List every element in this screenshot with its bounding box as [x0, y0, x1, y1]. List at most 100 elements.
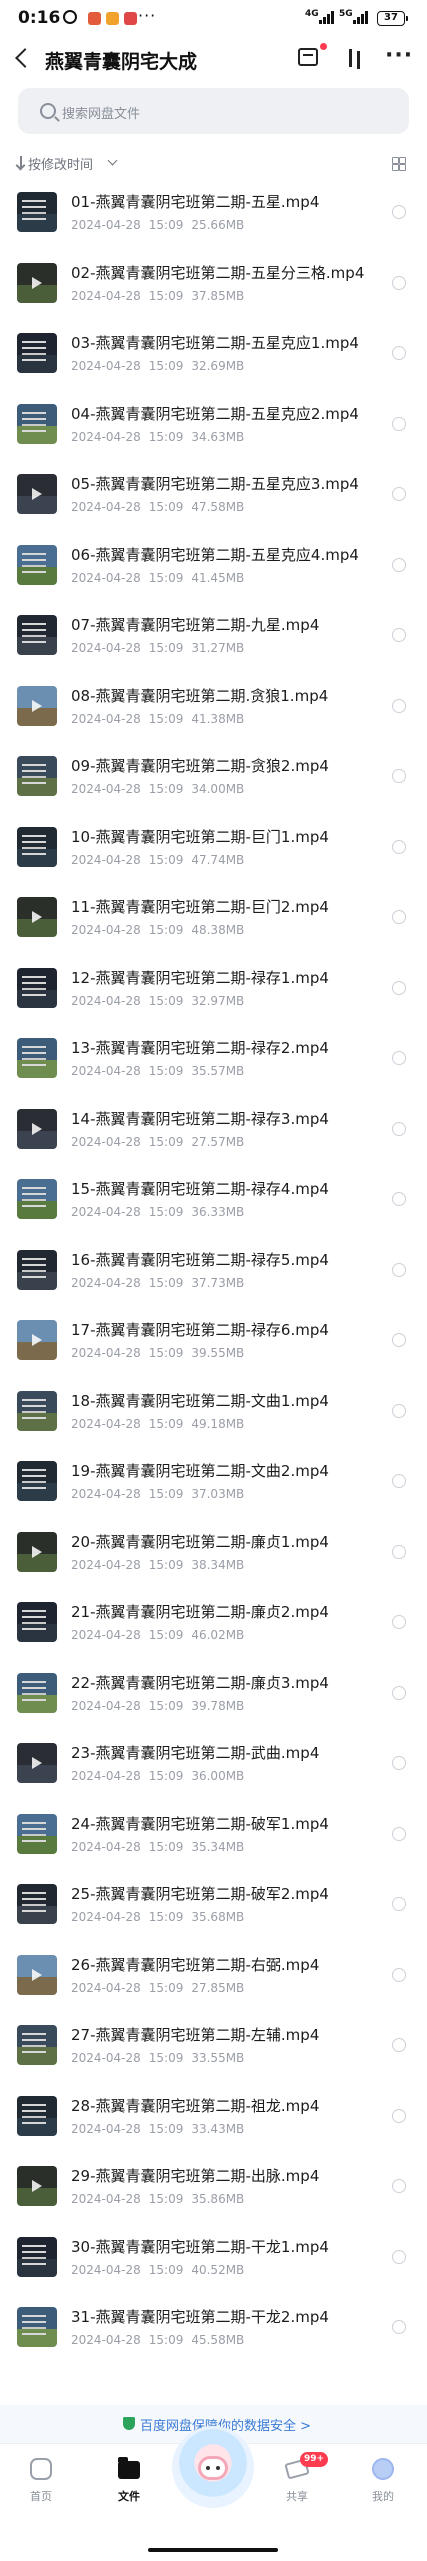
select-checkbox[interactable] [392, 487, 406, 501]
file-meta: 2024-04-28 15:09 49.18MB [71, 1417, 252, 1431]
file-meta: 2024-04-28 15:09 33.55MB [71, 2051, 252, 2065]
select-checkbox[interactable] [392, 910, 406, 924]
file-row[interactable]: 20-燕翼青囊阴宅班第二期-廉贞1.mp4 2024-04-28 15:09 38.3… [0, 1521, 427, 1592]
file-size: 25.66MB [191, 218, 245, 232]
select-checkbox[interactable] [392, 1121, 406, 1136]
file-row[interactable]: 09-燕翼青囊阴宅班第二期-贪狼2.mp4 2024-04-28 15:09 34.0… [0, 745, 427, 816]
video-thumbnail [17, 403, 57, 444]
select-checkbox[interactable] [392, 1333, 406, 1347]
select-checkbox[interactable] [392, 2320, 406, 2334]
file-row[interactable]: 27-燕翼青囊阴宅班第二期-左辅.mp4 2024-04-28 15:09 33.55… [0, 2014, 427, 2085]
file-row[interactable]: 08-燕翼青囊阴宅班第二期.贪狼1.mp4 2024-04-28 15:09 41.3… [0, 675, 427, 746]
select-checkbox[interactable] [392, 346, 406, 360]
select-checkbox[interactable] [392, 416, 406, 431]
select-checkbox[interactable] [392, 205, 406, 219]
select-checkbox[interactable] [392, 980, 406, 995]
select-checkbox[interactable] [392, 839, 406, 854]
file-meta: 2024-04-28 15:09 27.85MB [71, 1981, 252, 1995]
file-row[interactable]: 13-燕翼青囊阴宅班第二期-禄存2.mp4 2024-04-28 15:09 35.5… [0, 1027, 427, 1098]
file-row[interactable]: 31-燕翼青囊阴宅班第二期-干龙2.mp4 2024-04-28 15:09 45.5… [0, 2296, 427, 2367]
select-checkbox[interactable] [392, 769, 406, 783]
nav-home[interactable]: 首页 [6, 2454, 76, 2510]
video-thumbnail [17, 1461, 57, 1501]
file-time: 15:09 [148, 1064, 184, 1078]
file-row[interactable]: 03-燕翼青囊阴宅班第二期-五星克应1.mp4 2024-04-28 15:09 32… [0, 322, 427, 393]
select-checkbox[interactable] [392, 1826, 406, 1841]
file-row[interactable]: 07-燕翼青囊阴宅班第二期-九星.mp4 2024-04-28 15:09 31.27… [0, 604, 427, 675]
avatar-icon [372, 2458, 394, 2480]
select-checkbox[interactable] [392, 1474, 406, 1488]
file-row[interactable]: 26-燕翼青囊阴宅班第二期-右弼.mp4 2024-04-28 15:09 27.85… [0, 1944, 427, 2015]
file-time: 15:09 [148, 1487, 184, 1501]
select-checkbox[interactable] [392, 2038, 406, 2052]
file-row[interactable]: 02-燕翼青囊阴宅班第二期-五星分三格.mp4 2024-04-28 15:09 37… [0, 252, 427, 323]
file-row[interactable]: 29-燕翼青囊阴宅班第二期-出脉.mp4 2024-04-28 15:09 35.86… [0, 2155, 427, 2226]
sort-dropdown[interactable]: 按修改时间 [28, 154, 93, 173]
file-row[interactable]: 10-燕翼青囊阴宅班第二期-巨门1.mp4 2024-04-28 15:09 47.7… [0, 816, 427, 887]
select-checkbox[interactable] [392, 1897, 406, 1911]
select-checkbox[interactable] [392, 1262, 406, 1277]
share-badge: 99+ [300, 2452, 329, 2467]
file-row[interactable]: 28-燕翼青囊阴宅班第二期-祖龙.mp4 2024-04-28 15:09 33.43… [0, 2085, 427, 2156]
search-icon [40, 103, 56, 119]
nav-share[interactable]: 99+ 共享 [262, 2452, 332, 2510]
file-row[interactable]: 24-燕翼青囊阴宅班第二期-破军1.mp4 2024-04-28 15:09 35.3… [0, 1803, 427, 1874]
select-checkbox[interactable] [392, 1544, 406, 1559]
grid-view-icon[interactable] [392, 157, 406, 171]
sort-order-icon[interactable] [20, 156, 22, 168]
file-row[interactable]: 15-燕翼青囊阴宅班第二期-禄存4.mp4 2024-04-28 15:09 36.3… [0, 1168, 427, 1239]
file-date: 2024-04-28 [71, 782, 141, 796]
select-checkbox[interactable] [392, 1615, 406, 1629]
file-row[interactable]: 23-燕翼青囊阴宅班第二期-武曲.mp4 2024-04-28 15:09 36.00… [0, 1732, 427, 1803]
search-input[interactable]: 搜索网盘文件 [18, 88, 409, 134]
file-meta: 2024-04-28 15:09 37.85MB [71, 289, 252, 303]
file-row[interactable]: 25-燕翼青囊阴宅班第二期-破军2.mp4 2024-04-28 15:09 35.6… [0, 1873, 427, 1944]
select-checkbox[interactable] [392, 1051, 406, 1065]
select-checkbox[interactable] [392, 1403, 406, 1418]
video-thumbnail [17, 1954, 57, 1995]
select-checkbox[interactable] [392, 557, 406, 572]
file-date: 2024-04-28 [71, 2121, 141, 2136]
select-checkbox[interactable] [392, 275, 406, 290]
select-checkbox[interactable] [392, 1756, 406, 1770]
select-checkbox[interactable] [392, 2108, 406, 2123]
file-row[interactable]: 11-燕翼青囊阴宅班第二期-巨门2.mp4 2024-04-28 15:09 48.3… [0, 886, 427, 957]
sort-arrows-icon[interactable] [344, 47, 364, 69]
notification-dot [320, 43, 327, 50]
file-time: 15:09 [148, 570, 184, 585]
select-checkbox[interactable] [392, 1192, 406, 1206]
file-row[interactable]: 12-燕翼青囊阴宅班第二期-禄存1.mp4 2024-04-28 15:09 32.9… [0, 957, 427, 1028]
back-icon[interactable] [15, 48, 35, 68]
select-checkbox[interactable] [392, 2179, 406, 2193]
file-row[interactable]: 19-燕翼青囊阴宅班第二期-文曲2.mp4 2024-04-28 15:09 37.0… [0, 1450, 427, 1521]
file-row[interactable]: 30-燕翼青囊阴宅班第二期-干龙1.mp4 2024-04-28 15:09 40.5… [0, 2226, 427, 2297]
nav-files[interactable]: 文件 [94, 2454, 164, 2510]
file-row[interactable]: 05-燕翼青囊阴宅班第二期-五星克应3.mp4 2024-04-28 15:09 47… [0, 463, 427, 534]
file-row[interactable]: 22-燕翼青囊阴宅班第二期-廉贞3.mp4 2024-04-28 15:09 39.7… [0, 1662, 427, 1733]
select-checkbox[interactable] [392, 698, 406, 713]
nav-profile[interactable]: 我的 [348, 2454, 418, 2510]
file-date: 2024-04-28 [71, 641, 141, 655]
chevron-down-icon[interactable] [107, 155, 118, 166]
select-checkbox[interactable] [392, 628, 406, 642]
file-row[interactable]: 04-燕翼青囊阴宅班第二期-五星克应2.mp4 2024-04-28 15:09 34… [0, 393, 427, 464]
file-list: 01-燕翼青囊阴宅班第二期-五星.mp4 2024-04-28 15:09 25.66… [0, 181, 427, 2367]
select-checkbox[interactable] [392, 2249, 406, 2264]
transfer-icon[interactable] [298, 48, 318, 66]
file-row[interactable]: 06-燕翼青囊阴宅班第二期-五星克应4.mp4 2024-04-28 15:09 41… [0, 534, 427, 605]
file-time: 15:09 [148, 359, 184, 373]
file-row[interactable]: 21-燕翼青囊阴宅班第二期-廉贞2.mp4 2024-04-28 15:09 46.0… [0, 1591, 427, 1662]
mascot-button[interactable] [172, 2426, 254, 2508]
file-meta: 2024-04-28 15:09 48.38MB [71, 923, 252, 937]
file-row[interactable]: 17-燕翼青囊阴宅班第二期-禄存6.mp4 2024-04-28 15:09 39.5… [0, 1309, 427, 1380]
file-name: 01-燕翼青囊阴宅班第二期-五星.mp4 [71, 193, 320, 211]
select-checkbox[interactable] [392, 1685, 406, 1700]
select-checkbox[interactable] [392, 1967, 406, 1982]
file-date: 2024-04-28 [71, 1698, 141, 1713]
file-row[interactable]: 14-燕翼青囊阴宅班第二期-禄存3.mp4 2024-04-28 15:09 27.5… [0, 1098, 427, 1169]
file-row[interactable]: 01-燕翼青囊阴宅班第二期-五星.mp4 2024-04-28 15:09 25.66… [0, 181, 427, 252]
file-row[interactable]: 16-燕翼青囊阴宅班第二期-禄存5.mp4 2024-04-28 15:09 37.7… [0, 1239, 427, 1310]
file-row[interactable]: 18-燕翼青囊阴宅班第二期-文曲1.mp4 2024-04-28 15:09 49.1… [0, 1380, 427, 1451]
more-icon[interactable]: ··· [385, 43, 413, 68]
file-name: 13-燕翼青囊阴宅班第二期-禄存2.mp4 [71, 1039, 329, 1057]
